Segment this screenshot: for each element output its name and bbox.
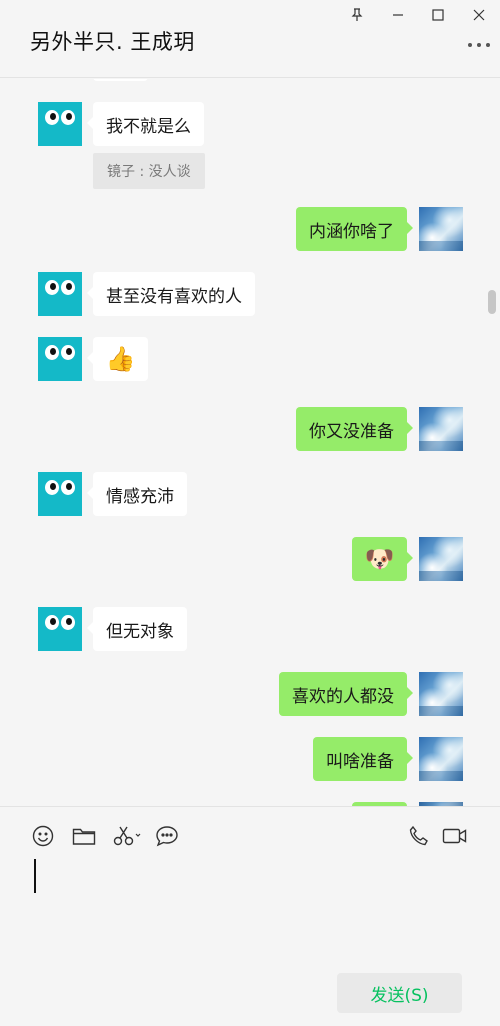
message-text: 情感充沛 xyxy=(106,486,174,507)
close-icon[interactable] xyxy=(465,4,493,26)
contact-avatar[interactable] xyxy=(38,272,82,316)
more-dots-icon[interactable] xyxy=(468,38,490,52)
chat-header: 另外半只. 王成玥 xyxy=(0,0,500,78)
send-button[interactable]: 发送(S) xyxy=(337,973,462,1013)
message-bubble[interactable]: 情感充沛 xyxy=(87,472,187,516)
self-avatar[interactable] xyxy=(419,207,463,251)
message-text: 你又没准备 xyxy=(309,421,394,442)
message-bubble-self[interactable]: 叫啥准备 xyxy=(313,737,413,781)
self-avatar[interactable] xyxy=(419,672,463,716)
message-bubble[interactable]: 👍 xyxy=(87,337,148,381)
scissors-icon[interactable] xyxy=(111,822,143,850)
contact-avatar[interactable] xyxy=(38,337,82,381)
message-bubble[interactable]: 甚至没有喜欢的人 xyxy=(87,272,255,316)
message-text: 但无对象 xyxy=(106,621,174,642)
contact-avatar[interactable] xyxy=(38,472,82,516)
message-bubble[interactable]: 我不就是么 xyxy=(87,102,204,146)
message-bubble-self[interactable]: 内涵你啥了 xyxy=(296,207,413,251)
message-bubble[interactable]: 但无对象 xyxy=(87,607,187,651)
self-avatar[interactable] xyxy=(419,407,463,451)
self-avatar[interactable] xyxy=(419,537,463,581)
message-list[interactable]: 我不就是么 镜子 : 没人谈 内涵你啥了 甚至没有喜欢的人 👍 你又没准备 情感… xyxy=(0,79,500,806)
message-text: 叫啥准备 xyxy=(326,751,394,772)
self-avatar[interactable] xyxy=(419,737,463,781)
chat-scrollbar[interactable] xyxy=(488,290,496,314)
video-call-icon[interactable] xyxy=(440,822,470,850)
quoted-message[interactable]: 镜子 : 没人谈 xyxy=(93,153,205,189)
maximize-icon[interactable] xyxy=(424,4,452,26)
folder-icon[interactable] xyxy=(70,822,98,850)
doge-emoji-icon: 🐶 xyxy=(364,545,395,573)
partial-message-bubble xyxy=(93,79,148,81)
thumbs-up-icon: 👍 xyxy=(105,345,136,373)
minimize-icon[interactable] xyxy=(384,4,412,26)
message-bubble-self[interactable]: 你又没准备 xyxy=(296,407,413,451)
chat-title: 另外半只. 王成玥 xyxy=(30,30,195,54)
contact-avatar[interactable] xyxy=(38,102,82,146)
message-text: 我不就是么 xyxy=(106,116,191,137)
message-bubble-self[interactable]: 喜欢的人都没 xyxy=(279,672,413,716)
message-input-area: 发送(S) xyxy=(0,806,500,1026)
phone-icon[interactable] xyxy=(405,822,433,850)
contact-avatar[interactable] xyxy=(38,607,82,651)
message-text: 喜欢的人都没 xyxy=(292,686,394,707)
pin-icon[interactable] xyxy=(343,4,371,26)
chat-bubble-icon[interactable] xyxy=(153,822,181,850)
message-bubble-self[interactable]: 🐶 xyxy=(352,537,413,581)
emoji-icon[interactable] xyxy=(29,822,57,850)
message-text: 甚至没有喜欢的人 xyxy=(106,286,242,307)
message-input[interactable] xyxy=(20,855,480,955)
message-text: 内涵你啥了 xyxy=(309,221,394,242)
